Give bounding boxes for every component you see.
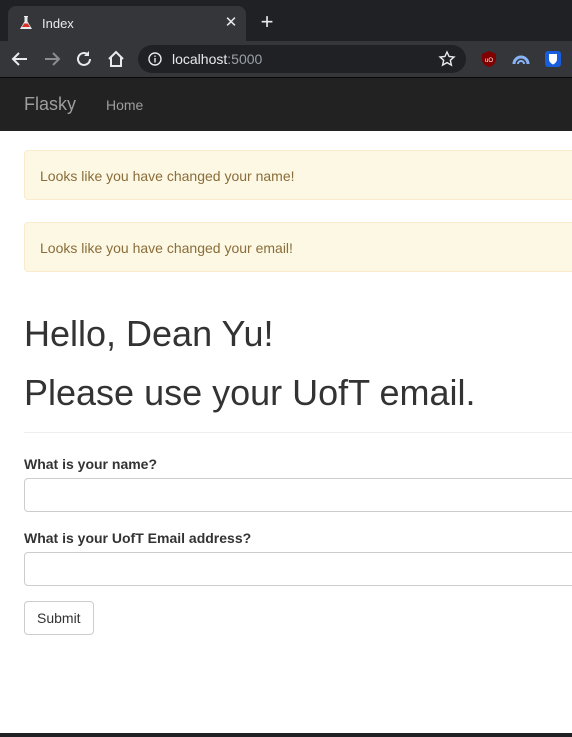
info-icon[interactable] [148, 52, 162, 66]
flash-alert: Looks like you have changed your name! [24, 150, 572, 200]
url-text: localhost:5000 [172, 51, 262, 67]
star-icon[interactable] [438, 50, 456, 68]
plus-icon[interactable]: + [256, 11, 278, 33]
navbar-brand[interactable]: Flasky [24, 94, 76, 115]
svg-text:uO: uO [485, 58, 493, 64]
page-title: Hello, Dean Yu! [24, 313, 274, 354]
ublock-icon[interactable]: uO [480, 50, 498, 68]
url-port: :5000 [227, 51, 263, 67]
page-subtitle: Please use your UofT email. [24, 372, 476, 413]
browser-tabstrip: Index ✕ + [0, 0, 572, 41]
close-icon[interactable]: ✕ [222, 14, 240, 32]
email-field[interactable] [24, 552, 572, 586]
bitwarden-icon[interactable] [544, 50, 562, 68]
name-field[interactable] [24, 478, 572, 512]
flask-icon [18, 15, 34, 31]
flash-message: Looks like you have changed your email! [40, 240, 293, 256]
arc-icon[interactable] [512, 50, 530, 68]
browser-toolbar: localhost:5000 uO [0, 41, 572, 77]
flash-alert: Looks like you have changed your email! [24, 222, 572, 272]
submit-button[interactable]: Submit [24, 601, 94, 635]
name-label: What is your name? [24, 456, 158, 472]
window-bottom-edge [0, 733, 572, 737]
address-bar[interactable]: localhost:5000 [138, 45, 466, 73]
divider [24, 432, 572, 433]
url-host: localhost [172, 51, 228, 67]
reload-icon[interactable] [73, 48, 95, 70]
email-label: What is your UofT Email address? [24, 530, 252, 546]
nav-link-home[interactable]: Home [106, 97, 143, 113]
flash-message: Looks like you have changed your name! [40, 168, 295, 184]
arrow-right-icon[interactable] [41, 48, 63, 70]
tab-title: Index [42, 16, 74, 31]
browser-tab[interactable]: Index ✕ [8, 6, 246, 41]
site-navbar: Flasky Home [0, 77, 572, 131]
home-icon[interactable] [105, 48, 127, 70]
arrow-left-icon[interactable] [9, 48, 31, 70]
